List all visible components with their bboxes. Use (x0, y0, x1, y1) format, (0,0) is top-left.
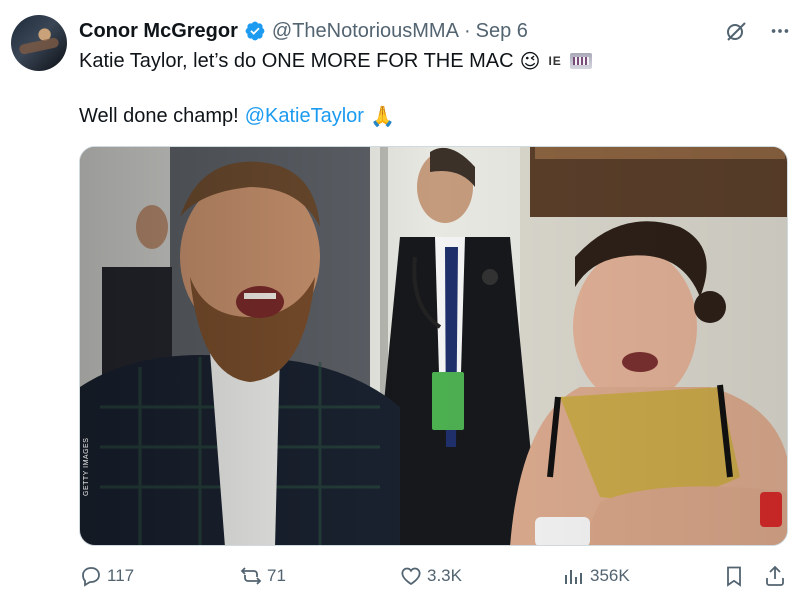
photo-credit: GETTY IMAGES (83, 437, 90, 496)
photo-illustration (80, 147, 787, 545)
more-icon[interactable] (767, 18, 793, 44)
like-icon (401, 567, 421, 586)
like-button[interactable]: 3.3K (399, 560, 462, 592)
reply-button[interactable]: 117 (79, 560, 134, 592)
views-icon (565, 570, 582, 584)
reply-count: 117 (107, 566, 135, 585)
tweet: Conor McGregor @TheNotoriousMMA · Sep 6 … (0, 0, 811, 610)
reply-icon (82, 567, 100, 587)
stadium-emoji-icon (569, 53, 592, 69)
bookmark-button[interactable] (722, 560, 746, 592)
views-count: 356K (590, 566, 630, 585)
repost-icon (240, 567, 262, 585)
ireland-flag-icon: IE (548, 54, 562, 68)
share-button[interactable] (763, 560, 787, 592)
header-separator: · (463, 19, 471, 42)
bookmark-icon (727, 566, 741, 587)
author-handle[interactable]: @TheNotoriousMMA (272, 20, 459, 43)
wink-emoji-icon: 😉 (519, 49, 541, 73)
tweet-text: Katie Taylor, let’s do ONE MORE FOR THE … (79, 48, 779, 128)
author-name[interactable]: Conor McGregor (79, 20, 238, 43)
tweet-line-2: Well done champ! @KatieTaylor 🙏 (79, 103, 395, 129)
share-icon (766, 565, 784, 586)
praying-hands-emoji-icon: 🙏 (369, 104, 395, 128)
tweet-actions: 117 71 3.3K 356K (79, 560, 794, 592)
like-count: 3.3K (427, 566, 462, 585)
top-actions (723, 18, 793, 44)
repost-button[interactable]: 71 (239, 560, 286, 592)
grok-icon[interactable] (723, 18, 749, 44)
verified-badge-icon[interactable] (244, 20, 266, 42)
repost-count: 71 (267, 566, 286, 585)
tweet-line-2-text: Well done champ! (79, 105, 239, 127)
tweet-line-1: Katie Taylor, let’s do ONE MORE FOR THE … (79, 48, 779, 74)
tweet-line-1-text: Katie Taylor, let’s do ONE MORE FOR THE … (79, 50, 514, 72)
mention-link[interactable]: @KatieTaylor (245, 103, 364, 129)
author-avatar[interactable] (11, 15, 67, 71)
tweet-photo[interactable] (79, 146, 788, 546)
tweet-date[interactable]: Sep 6 (476, 20, 528, 43)
tweet-header: Conor McGregor @TheNotoriousMMA · Sep 6 (79, 18, 528, 44)
views-button[interactable]: 356K (562, 560, 630, 592)
